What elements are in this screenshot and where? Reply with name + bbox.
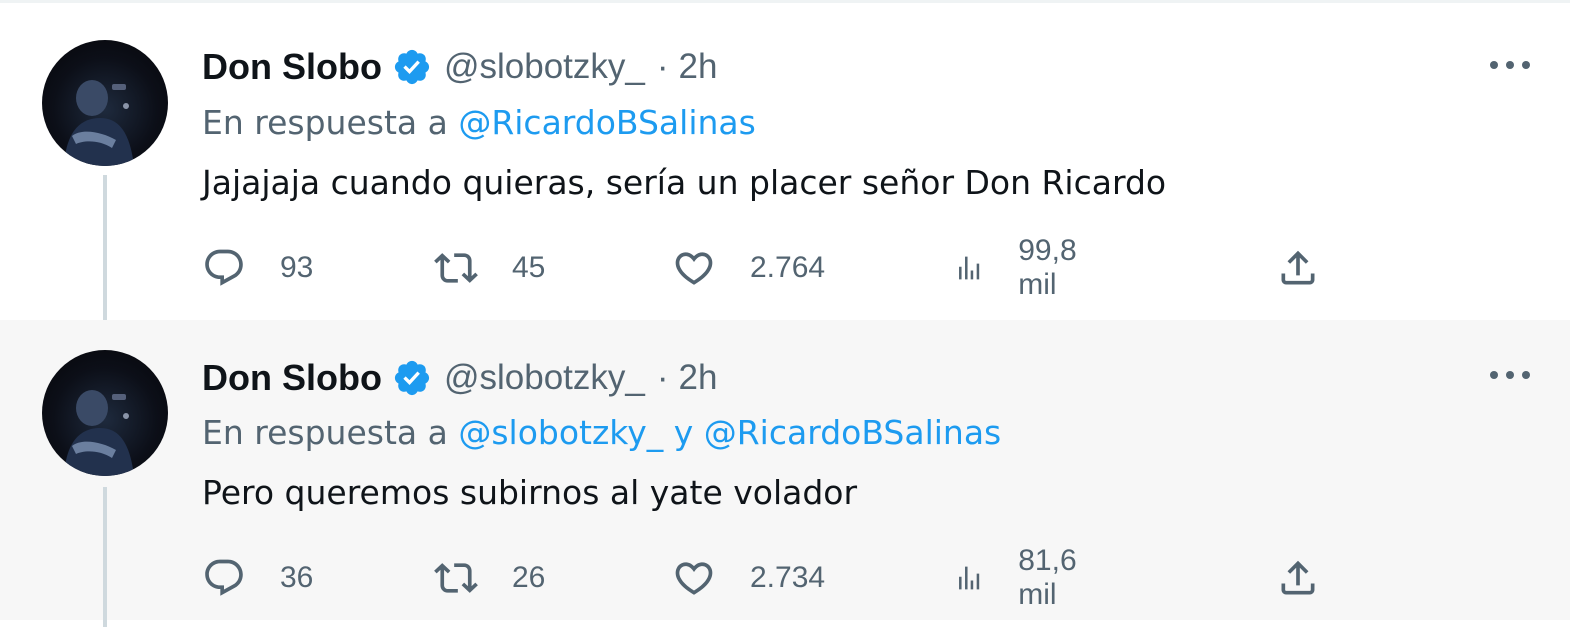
timestamp[interactable]: 2h <box>679 47 718 87</box>
like-button[interactable]: 2.764 <box>672 248 825 288</box>
tweet-header: Don Slobo @slobotzky_ · 2h <box>202 356 717 400</box>
tweet[interactable]: Don Slobo @slobotzky_ · 2h En respuesta … <box>0 320 1570 627</box>
tweet-header: Don Slobo @slobotzky_ · 2h <box>202 45 717 89</box>
like-count: 2.734 <box>750 561 826 594</box>
avatar-photo <box>64 80 134 166</box>
tweet-text: Jajajaja cuando quieras, sería un placer… <box>202 163 1167 202</box>
share-button[interactable] <box>1276 558 1320 598</box>
avatar[interactable] <box>42 40 168 166</box>
reply-icon <box>205 559 243 596</box>
timestamp[interactable]: 2h <box>679 358 718 398</box>
display-name[interactable]: Don Slobo <box>202 46 382 88</box>
views-button[interactable]: 81,6 mil <box>954 544 1090 611</box>
retweet-count: 26 <box>512 561 546 594</box>
avatar-photo <box>64 390 134 476</box>
display-name[interactable]: Don Slobo <box>202 357 382 399</box>
more-icon[interactable] <box>1490 55 1530 75</box>
like-icon <box>675 252 713 285</box>
share-icon <box>1281 250 1315 285</box>
share-button[interactable] <box>1276 248 1320 288</box>
avatar[interactable] <box>42 350 168 476</box>
handle[interactable]: @slobotzky_ <box>444 47 645 87</box>
thread-line <box>103 487 107 627</box>
reply-button[interactable]: 36 <box>202 558 313 598</box>
views-icon <box>959 256 980 280</box>
retweet-button[interactable]: 45 <box>434 248 545 288</box>
retweet-icon <box>434 563 478 593</box>
reply-context: En respuesta a @RicardoBSalinas <box>202 103 756 142</box>
views-count: 99,8 mil <box>1018 234 1077 301</box>
reply-prefix: En respuesta a <box>202 103 448 142</box>
retweet-button[interactable]: 26 <box>434 558 545 598</box>
retweet-count: 45 <box>512 251 546 284</box>
mention-link[interactable]: @slobotzky_ y @RicardoBSalinas <box>458 413 1001 452</box>
verified-badge-icon <box>394 49 430 85</box>
separator: · <box>656 47 669 86</box>
verified-badge-icon <box>394 360 430 396</box>
mention-link[interactable]: @RicardoBSalinas <box>458 103 755 142</box>
tweet-text: Pero queremos subirnos al yate volador <box>202 473 858 512</box>
reply-count: 93 <box>280 251 314 284</box>
separator: · <box>656 358 669 397</box>
reply-button[interactable]: 93 <box>202 248 313 288</box>
like-button[interactable]: 2.734 <box>672 558 825 598</box>
retweet-icon <box>434 253 478 283</box>
like-count: 2.764 <box>750 251 826 284</box>
reply-icon <box>205 249 243 286</box>
reply-count: 36 <box>280 561 314 594</box>
views-button[interactable]: 99,8 mil <box>954 234 1090 301</box>
more-icon[interactable] <box>1490 365 1530 385</box>
reply-prefix: En respuesta a <box>202 413 448 452</box>
tweet[interactable]: Don Slobo @slobotzky_ · 2h En respuesta … <box>0 0 1570 322</box>
handle[interactable]: @slobotzky_ <box>444 358 645 398</box>
share-icon <box>1281 560 1315 595</box>
like-icon <box>675 562 713 595</box>
views-icon <box>959 566 980 590</box>
reply-context: En respuesta a @slobotzky_ y @RicardoBSa… <box>202 413 1001 452</box>
views-count: 81,6 mil <box>1018 544 1077 611</box>
thread-line <box>103 175 107 322</box>
